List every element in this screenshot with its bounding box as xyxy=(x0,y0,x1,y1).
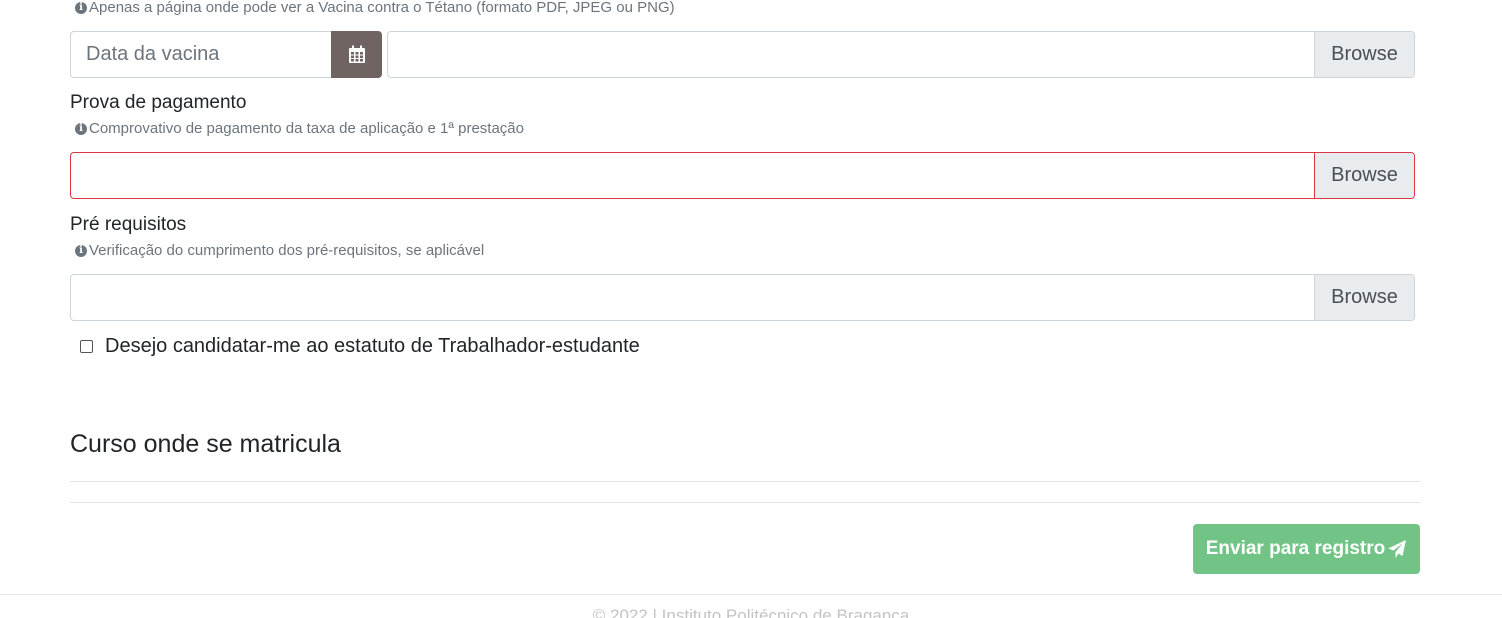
footer-copyright: © 2022 | Instituto Politécnico de Bragan… xyxy=(592,606,910,618)
payment-help-label: Comprovativo de pagamento da taxa de apl… xyxy=(89,120,524,137)
payment-label: Prova de pagamento xyxy=(70,92,247,113)
prerequisites-browse-button[interactable]: Browse xyxy=(1314,275,1414,320)
calendar-button[interactable] xyxy=(331,31,382,78)
paper-plane-icon xyxy=(1388,540,1407,558)
section-divider xyxy=(70,502,1420,503)
info-icon: i xyxy=(75,122,87,135)
submit-label: Enviar para registro xyxy=(1205,538,1386,559)
registration-form-page: i Apenas a página onde pode ver a Vacina… xyxy=(0,0,1502,618)
worker-student-row: Desejo candidatar-me ao estatuto de Trab… xyxy=(80,335,640,358)
vaccine-date-group: Data da vacina xyxy=(70,31,382,78)
worker-student-label[interactable]: Desejo candidatar-me ao estatuto de Trab… xyxy=(105,335,640,358)
vaccine-help-text: i Apenas a página onde pode ver a Vacina… xyxy=(75,0,675,16)
prerequisites-help-label: Verificação do cumprimento dos pré-requi… xyxy=(89,242,485,259)
vaccine-date-input[interactable]: Data da vacina xyxy=(70,31,331,78)
vaccine-file-name[interactable] xyxy=(388,32,1314,77)
payment-file-input[interactable]: Browse xyxy=(70,152,1415,199)
vaccine-help-label: Apenas a página onde pode ver a Vacina c… xyxy=(89,0,675,16)
info-icon: i xyxy=(75,244,87,257)
prerequisites-file-name[interactable] xyxy=(71,275,1314,320)
vaccine-file-input[interactable]: Browse xyxy=(387,31,1415,78)
prerequisites-help-text: i Verificação do cumprimento dos pré-req… xyxy=(75,242,484,259)
prerequisites-label: Pré requisitos xyxy=(70,214,187,235)
prerequisites-file-input[interactable]: Browse xyxy=(70,274,1415,321)
vaccine-browse-button[interactable]: Browse xyxy=(1314,32,1414,77)
payment-help-text: i Comprovativo de pagamento da taxa de a… xyxy=(75,120,524,137)
course-section-title: Curso onde se matricula xyxy=(70,430,341,458)
footer-divider xyxy=(0,594,1502,595)
section-divider xyxy=(70,481,1420,482)
info-icon: i xyxy=(75,1,87,14)
submit-button[interactable]: Enviar para registro xyxy=(1193,524,1420,574)
calendar-icon xyxy=(348,45,365,63)
worker-student-checkbox[interactable] xyxy=(80,340,93,353)
payment-browse-button[interactable]: Browse xyxy=(1314,153,1414,198)
payment-file-name[interactable] xyxy=(71,153,1314,198)
